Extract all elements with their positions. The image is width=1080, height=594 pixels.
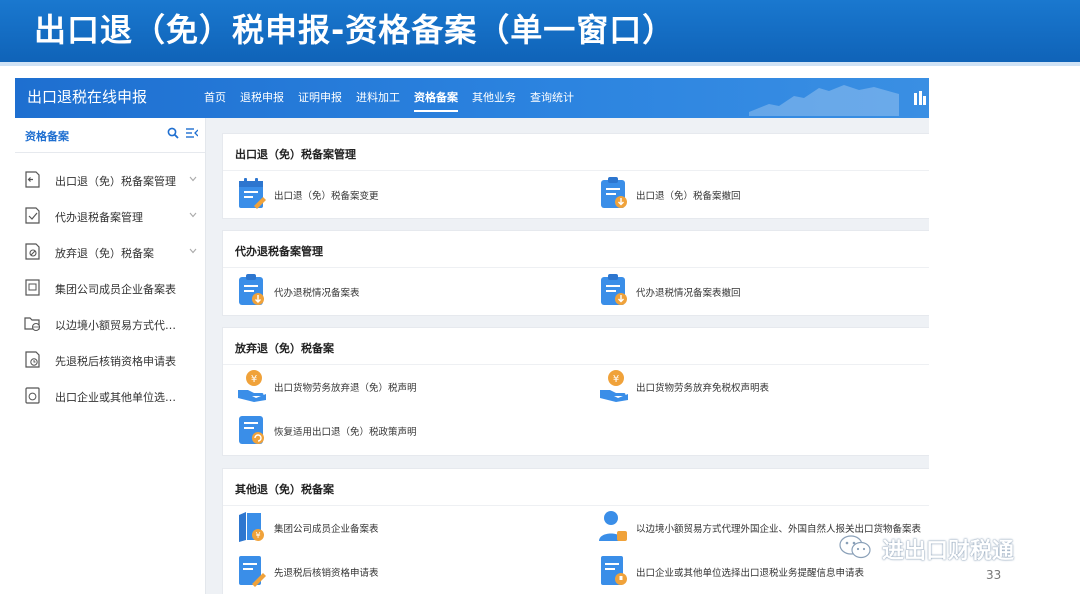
- section-title: 其他退（免）税备案: [235, 483, 334, 496]
- entry-label: 先退税后核销资格申请表: [274, 568, 379, 579]
- entry-label: 以边境小额贸易方式代理外国企业、外国自然人报关出口货物备案表: [636, 524, 922, 535]
- entry-label: 恢复适用出口退（免）税政策声明: [274, 427, 417, 438]
- entry-label: 出口退（免）税备案撤回: [636, 191, 741, 202]
- search-icon[interactable]: [167, 127, 179, 139]
- person-yuan-icon: [599, 511, 627, 541]
- sidebar-title: 资格备案: [25, 130, 69, 143]
- section-title: 放弃退（免）税备案: [235, 342, 334, 355]
- doc-cycle-icon: [25, 387, 40, 404]
- sidebar-item-refund-filing[interactable]: 出口退（免）税备案管理: [15, 162, 205, 198]
- entry-label: 出口退（免）税备案变更: [274, 191, 379, 202]
- watermark-text: 进出口财税通: [882, 539, 1015, 564]
- sidebar-item-label: 出口退（免）税备案管理: [55, 175, 176, 188]
- user-menu-icon[interactable]: [913, 90, 927, 106]
- entry-label: 集团公司成员企业备案表: [274, 524, 379, 535]
- hand-yuan-icon: ¥: [600, 370, 628, 402]
- sidebar-item-waive-refund[interactable]: 放弃退（免）税备案: [15, 234, 205, 270]
- section-other-filing: 其他退（免）税备案 ¥ 集团公司成员企业备案表 以边境小额贸易方式代理外国企业、…: [222, 468, 929, 594]
- collapse-menu-icon[interactable]: [186, 127, 198, 139]
- nav-qualification-filing[interactable]: 资格备案: [407, 78, 465, 118]
- wechat-icon: [839, 535, 871, 559]
- nav-home[interactable]: 首页: [197, 78, 233, 118]
- doc-arrow-icon: [25, 171, 40, 188]
- doc-pencil-icon: [239, 556, 266, 587]
- chevron-down-icon[interactable]: [189, 176, 197, 182]
- sidebar-item-border-trade[interactable]: 以边境小额贸易方式代…: [15, 306, 205, 342]
- entry-label: 出口货物劳务放弃免税权声明表: [636, 383, 770, 394]
- svg-text:¥: ¥: [251, 374, 257, 385]
- sidebar-item-label: 先退税后核销资格申请表: [55, 355, 176, 368]
- books-yuan-icon: ¥: [239, 512, 264, 542]
- doc-clock-icon: [25, 351, 40, 368]
- section-title: 代办退税备案管理: [235, 245, 323, 258]
- page-number: 33: [986, 568, 1002, 582]
- banner-divider: [0, 62, 1080, 66]
- sidebar-item-group-member-filing[interactable]: 集团公司成员企业备案表: [15, 270, 205, 306]
- section-header: 出口退（免）税备案管理: [223, 134, 929, 171]
- sidebar-item-label: 集团公司成员企业备案表: [55, 283, 176, 296]
- app-window: 出口退税在线申报 首页 退税申报 证明申报 进料加工 资格备案 其他业务 查询统…: [15, 78, 929, 594]
- great-wall-decoration: [749, 85, 899, 116]
- svg-text:¥: ¥: [255, 531, 260, 540]
- sidebar-item-label: 以边境小额贸易方式代…: [55, 319, 176, 332]
- section-header: 其他退（免）税备案: [223, 469, 929, 506]
- main-content: 出口退（免）税备案管理 出口退（免）税备案变更 出口退（免）税备案撤回 代办退税…: [222, 133, 929, 594]
- chevron-down-icon[interactable]: [189, 212, 197, 218]
- nav-processing-trade[interactable]: 进料加工: [349, 78, 407, 118]
- nav-certificate-declaration[interactable]: 证明申报: [291, 78, 349, 118]
- clipboard-refresh-icon: [239, 416, 264, 444]
- clipboard-withdraw-icon: [601, 274, 627, 305]
- section-header: 代办退税备案管理: [223, 231, 929, 268]
- sidebar-item-label: 出口企业或其他单位选…: [55, 391, 176, 404]
- app-title: 出口退税在线申报: [27, 88, 148, 106]
- doc-bell-icon: [601, 556, 627, 585]
- sidebar-item-refund-first[interactable]: 先退税后核销资格申请表: [15, 342, 205, 378]
- doc-check-icon: [25, 207, 40, 224]
- section-waive-refund: 放弃退（免）税备案 ¥ 出口货物劳务放弃退（免）税声明 ¥ 出口货物劳务放弃免税…: [222, 327, 929, 456]
- chevron-down-icon[interactable]: [189, 248, 197, 254]
- sidebar: 资格备案 出口退（免）税备案管理 代办退税备案管理 放弃退（免）税备案 集团公司: [15, 118, 206, 594]
- clipboard-withdraw-icon: [601, 177, 627, 208]
- entry-label: 代办退税情况备案表: [274, 288, 360, 299]
- entry-label: 出口企业或其他单位选择出口退税业务提醒信息申请表: [636, 568, 865, 579]
- entry-label: 出口货物劳务放弃退（免）税声明: [274, 383, 417, 394]
- doc-cancel-icon: [25, 243, 40, 260]
- clipboard-download-icon: [239, 274, 264, 305]
- nav-refund-declaration[interactable]: 退税申报: [233, 78, 291, 118]
- section-title: 出口退（免）税备案管理: [235, 148, 356, 161]
- hand-yuan-icon: ¥: [238, 370, 266, 402]
- svg-text:¥: ¥: [613, 374, 619, 385]
- folder-globe-icon: [24, 317, 40, 331]
- sidebar-item-label: 放弃退（免）税备案: [55, 247, 154, 260]
- nav-other-business[interactable]: 其他业务: [465, 78, 523, 118]
- section-agency-filing: 代办退税备案管理 代办退税情况备案表 代办退税情况备案表撤回: [222, 230, 929, 316]
- top-navigation-bar: 出口退税在线申报 首页 退税申报 证明申报 进料加工 资格备案 其他业务 查询统…: [15, 78, 929, 118]
- slide-title-banner: 出口退（免）税申报-资格备案（单一窗口）: [0, 0, 1080, 62]
- section-header: 放弃退（免）税备案: [223, 328, 929, 365]
- sidebar-item-agency-filing[interactable]: 代办退税备案管理: [15, 198, 205, 234]
- sidebar-item-label: 代办退税备案管理: [55, 211, 143, 224]
- sidebar-item-reminder-choice[interactable]: 出口企业或其他单位选…: [15, 378, 205, 414]
- main-nav: 首页 退税申报 证明申报 进料加工 资格备案 其他业务 查询统计: [197, 78, 581, 118]
- section-refund-filing: 出口退（免）税备案管理 出口退（免）税备案变更 出口退（免）税备案撤回: [222, 133, 929, 219]
- calendar-edit-icon: [239, 178, 266, 209]
- entry-label: 代办退税情况备案表撤回: [636, 288, 741, 299]
- sidebar-header: 资格备案: [15, 118, 205, 153]
- doc-image-icon: [25, 279, 40, 296]
- nav-query-statistics[interactable]: 查询统计: [523, 78, 581, 118]
- slide-title: 出口退（免）税申报-资格备案（单一窗口）: [34, 11, 676, 49]
